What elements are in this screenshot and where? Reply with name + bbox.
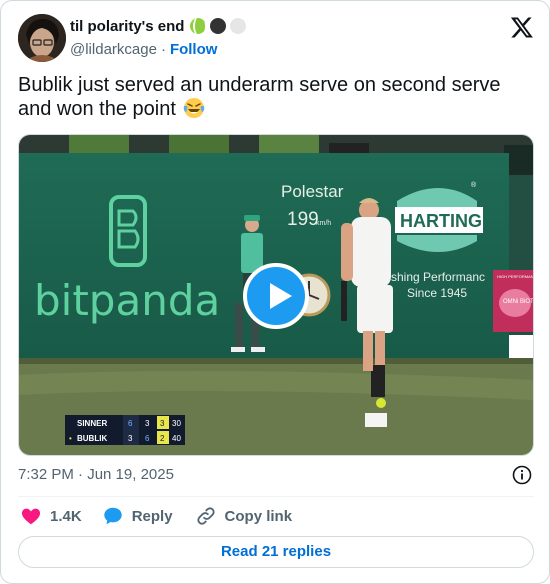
like-count: 1.4K bbox=[50, 507, 82, 525]
scoreboard-sinner-set2: 3 bbox=[145, 419, 150, 428]
tweet-card: til polarity's end @lildarkcage · Follow… bbox=[0, 0, 550, 584]
harting-tagline-text: shing Performanc bbox=[391, 270, 485, 284]
side-banner-high-performance: HIGH PERFORMANCE PROBIOTICS bbox=[497, 274, 534, 279]
scoreboard-serving-dot: • bbox=[69, 434, 72, 443]
scoreboard-player-sinner: SINNER bbox=[77, 419, 107, 428]
scoreboard-bublik-set2: 6 bbox=[145, 434, 150, 443]
harting-since-text: Since 1945 bbox=[407, 286, 467, 300]
tweet-text-body: Bublik just served an underarm serve on … bbox=[18, 74, 501, 120]
scoreboard-player-bublik: BUBLIK bbox=[77, 434, 107, 443]
action-bar: 1.4K Reply Copy link bbox=[18, 504, 292, 528]
author-name-row: til polarity's end bbox=[70, 16, 247, 36]
x-logo-icon[interactable] bbox=[510, 15, 534, 39]
harting-sponsor-text: HARTING bbox=[400, 211, 482, 231]
reply-label: Reply bbox=[131, 507, 173, 525]
tweet-text: Bublik just served an underarm serve on … bbox=[18, 73, 533, 121]
harting-trademark: ® bbox=[471, 181, 477, 189]
side-banner-omni-biotic: OMNi BiOTiC bbox=[503, 299, 534, 305]
scoreboard-bublik-points: 40 bbox=[172, 434, 181, 443]
divider bbox=[18, 496, 534, 497]
scoreboard-sinner-set1: 6 bbox=[128, 419, 133, 428]
follow-button[interactable]: Follow bbox=[170, 41, 218, 58]
white-circle-emoji bbox=[230, 18, 247, 34]
scoreboard-bublik-set3: 2 bbox=[160, 434, 165, 443]
bitpanda-sponsor-text: bitpanda bbox=[34, 276, 220, 325]
info-icon[interactable] bbox=[512, 465, 532, 485]
copy-link-button[interactable]: Copy link bbox=[195, 505, 293, 527]
scoreboard-bublik-set1: 3 bbox=[128, 434, 133, 443]
scoreboard-sinner-set3: 3 bbox=[160, 419, 165, 428]
link-icon bbox=[196, 507, 215, 525]
avatar[interactable] bbox=[18, 14, 66, 62]
reply-bubble-icon bbox=[103, 507, 122, 525]
avatar-image bbox=[18, 14, 66, 62]
like-button[interactable]: 1.4K bbox=[20, 505, 82, 527]
polestar-brand-text: Polestar bbox=[281, 182, 344, 201]
copy-link-label: Copy link bbox=[224, 507, 293, 525]
author-handle[interactable]: @lildarkcage bbox=[70, 41, 157, 58]
scoreboard-sinner-points: 30 bbox=[172, 419, 181, 428]
play-button-icon[interactable] bbox=[243, 263, 309, 329]
heart-icon bbox=[21, 508, 41, 525]
author-display-name[interactable]: til polarity's end bbox=[70, 18, 184, 35]
tennis-ball-emoji bbox=[190, 16, 208, 36]
reply-button[interactable]: Reply bbox=[102, 505, 173, 527]
separator-dot: · bbox=[160, 40, 166, 58]
author-handle-row: @lildarkcage · Follow bbox=[70, 39, 217, 59]
serve-speed-unit: km/h bbox=[316, 220, 331, 227]
read-replies-button[interactable]: Read 21 replies bbox=[18, 536, 534, 568]
tweet-timestamp[interactable]: 7:32 PM · Jun 19, 2025 bbox=[18, 466, 174, 483]
laughing-with-tears-emoji bbox=[184, 98, 205, 118]
serve-speed-value: 199 bbox=[287, 209, 319, 230]
black-circle-emoji bbox=[210, 18, 227, 34]
